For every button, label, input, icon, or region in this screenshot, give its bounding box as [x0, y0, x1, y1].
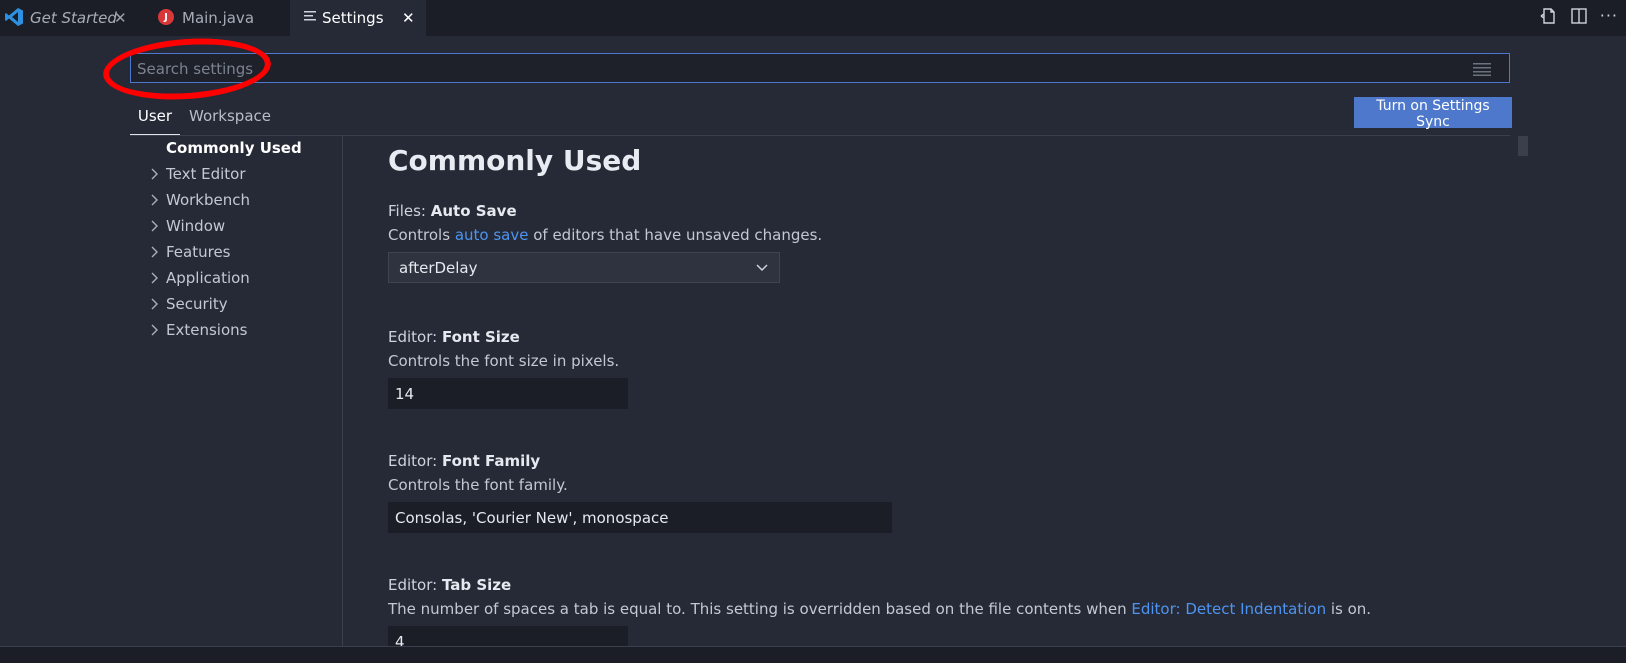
tab-workspace-settings[interactable]: Workspace	[189, 104, 271, 134]
tab-label: Settings	[322, 9, 384, 27]
setting-title: Files: Auto Save	[388, 202, 517, 220]
setting-editor-font-size: Editor: Font Size Controls the font size…	[388, 328, 1488, 409]
setting-files-auto-save: Files: Auto Save Controls auto save of e…	[388, 202, 1488, 283]
toc-item-extensions[interactable]: Extensions	[130, 318, 342, 342]
font-family-input[interactable]	[388, 502, 892, 533]
select-value: afterDelay	[399, 259, 478, 277]
toc-item-text-editor[interactable]: Text Editor	[130, 162, 342, 186]
setting-description: Controls the font size in pixels.	[388, 352, 620, 370]
filter-icon[interactable]	[1473, 62, 1491, 76]
toc-label: Application	[166, 269, 250, 287]
editor-tab-bar: Get Started ✕ J Main.java Settings ✕ ···	[0, 0, 1626, 36]
panel-border	[0, 646, 1626, 663]
settings-file-icon	[304, 11, 316, 21]
java-file-icon: J	[158, 9, 174, 25]
chevron-right-icon	[151, 324, 158, 336]
chevron-down-icon	[756, 264, 768, 272]
toc-item-commonly-used[interactable]: Commonly Used	[130, 136, 342, 160]
chevron-right-icon	[151, 168, 158, 180]
open-settings-json-icon[interactable]	[1540, 7, 1558, 25]
more-actions-icon[interactable]: ···	[1600, 6, 1618, 25]
scrollbar-thumb[interactable]	[1518, 136, 1528, 156]
chevron-right-icon	[151, 298, 158, 310]
setting-editor-font-family: Editor: Font Family Controls the font fa…	[388, 452, 1488, 533]
toc-item-workbench[interactable]: Workbench	[130, 188, 342, 212]
chevron-right-icon	[151, 246, 158, 258]
toc-item-application[interactable]: Application	[130, 266, 342, 290]
toc-item-security[interactable]: Security	[130, 292, 342, 316]
tab-main-java[interactable]: J Main.java	[148, 0, 284, 36]
auto-save-link[interactable]: auto save	[455, 226, 529, 244]
search-input[interactable]	[135, 54, 1459, 84]
toc-label: Text Editor	[166, 165, 246, 183]
tab-user-settings[interactable]: User	[130, 104, 180, 135]
toc-item-features[interactable]: Features	[130, 240, 342, 264]
auto-save-select[interactable]: afterDelay	[388, 252, 780, 283]
toc-label: Features	[166, 243, 231, 261]
close-icon[interactable]: ✕	[402, 9, 415, 27]
tab-settings[interactable]: Settings ✕	[290, 0, 426, 36]
settings-list: Commonly Used Files: Auto Save Controls …	[388, 136, 1508, 646]
close-icon[interactable]: ✕	[114, 9, 127, 27]
toc-label: Commonly Used	[166, 139, 302, 157]
setting-title: Editor: Font Family	[388, 452, 541, 470]
setting-editor-tab-size: Editor: Tab Size The number of spaces a …	[388, 576, 1488, 646]
chevron-right-icon	[151, 220, 158, 232]
toc-label: Extensions	[166, 321, 248, 339]
editor-actions: ···	[1540, 6, 1618, 25]
toc-label: Workbench	[166, 191, 250, 209]
toc-label: Window	[166, 217, 226, 235]
toc-label: Security	[166, 295, 228, 313]
setting-title: Editor: Tab Size	[388, 576, 512, 594]
setting-description: Controls auto save of editors that have …	[388, 226, 823, 244]
toc-item-window[interactable]: Window	[130, 214, 342, 238]
setting-title: Editor: Font Size	[388, 328, 520, 346]
chevron-right-icon	[151, 272, 158, 284]
split-editor-icon[interactable]	[1570, 7, 1588, 25]
turn-on-settings-sync-button[interactable]: Turn on Settings Sync	[1354, 97, 1512, 130]
setting-description: The number of spaces a tab is equal to. …	[388, 600, 1372, 618]
tab-get-started[interactable]: Get Started ✕	[0, 0, 136, 36]
font-size-input[interactable]	[388, 378, 628, 409]
tab-size-input[interactable]	[388, 626, 628, 646]
tab-label: Get Started	[30, 9, 117, 27]
search-settings-box[interactable]	[130, 53, 1510, 84]
vscode-logo-icon	[5, 8, 23, 26]
settings-table-of-contents: Commonly Used Text Editor Workbench Wind…	[130, 136, 343, 646]
detect-indentation-link[interactable]: Editor: Detect Indentation	[1131, 600, 1326, 618]
chevron-right-icon	[151, 194, 158, 206]
tab-label: Main.java	[182, 9, 255, 27]
section-title: Commonly Used	[388, 144, 642, 177]
setting-description: Controls the font family.	[388, 476, 568, 494]
